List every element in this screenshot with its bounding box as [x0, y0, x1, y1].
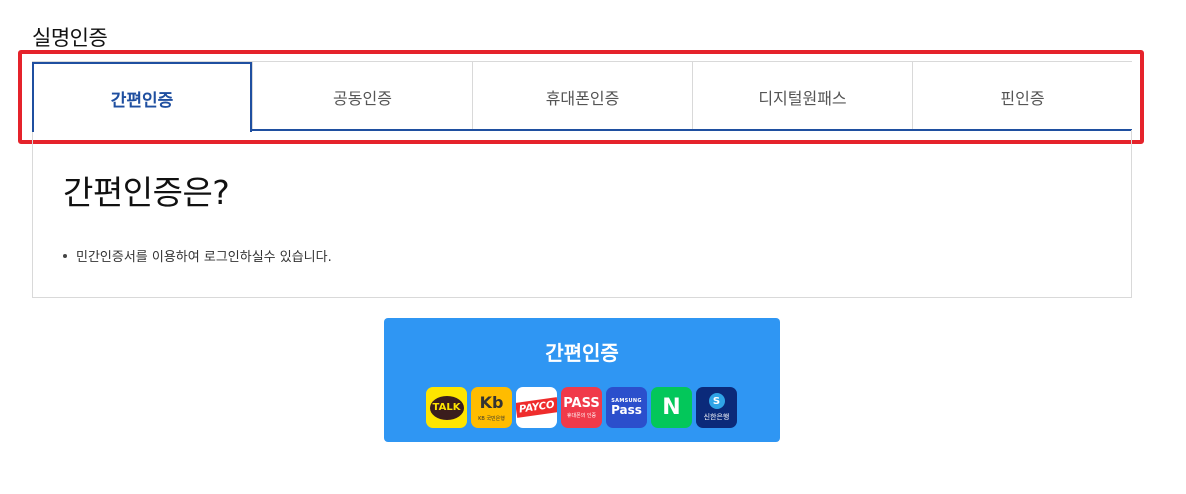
content-title: 간편인증은?	[63, 173, 230, 212]
kb-text: KB 국민은행	[478, 416, 505, 422]
pass-logo: PASS 휴대폰의 인증	[561, 387, 602, 428]
description-text: 민간인증서를 이용하여 로그인하실수 있습니다.	[76, 250, 332, 265]
pass-sub-text: 휴대폰의 인증	[566, 412, 597, 419]
provider-logos: TALK Kb KB 국민은행 PAYCO PASS 휴대폰의 인증 SAMSU…	[426, 387, 737, 428]
tab-content-panel: 간편인증은? 민간인증서를 이용하여 로그인하실수 있습니다.	[32, 130, 1132, 298]
payco-logo: PAYCO	[516, 387, 557, 428]
naver-n-text: N	[662, 395, 681, 420]
kakao-talk-logo: TALK	[426, 387, 467, 428]
shinhan-text: 신한은행	[703, 413, 730, 421]
samsung-pass-logo: SAMSUNG Pass	[606, 387, 647, 428]
tab-easy-auth[interactable]: 간편인증	[32, 62, 252, 132]
payco-text: PAYCO	[516, 397, 557, 418]
naver-logo: N	[651, 387, 692, 428]
easy-auth-button-label: 간편인증	[545, 341, 619, 365]
section-title: 실명인증	[32, 26, 108, 50]
bullet-icon	[63, 253, 67, 258]
kakao-talk-text: TALK	[429, 395, 464, 420]
easy-auth-button[interactable]: 간편인증 TALK Kb KB 국민은행 PAYCO PASS 휴대폰의 인증 …	[384, 318, 780, 442]
shinhan-bank-logo: S 신한은행	[696, 387, 737, 428]
kb-bank-logo: Kb KB 국민은행	[471, 387, 512, 428]
content-description: 민간인증서를 이용하여 로그인하실수 있습니다.	[63, 246, 332, 265]
kb-mark: Kb	[479, 393, 504, 412]
shinhan-mark: S	[708, 393, 725, 409]
pass-text: PASS	[563, 395, 600, 411]
samsung-pass-text: Pass	[611, 403, 642, 417]
